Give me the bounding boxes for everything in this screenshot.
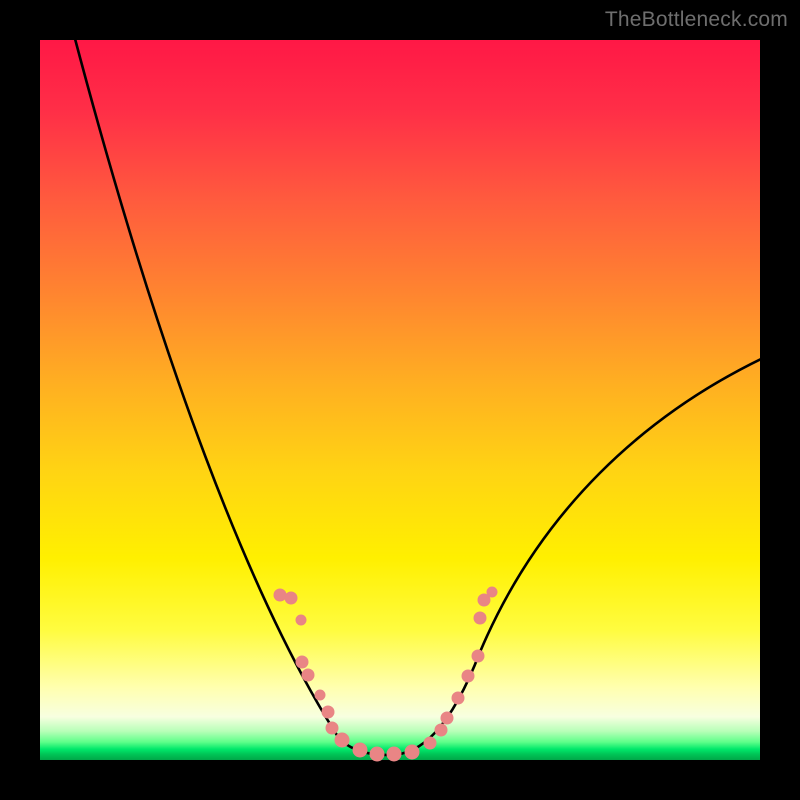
marker-dot [424, 737, 436, 749]
marker-group [274, 587, 497, 761]
marker-dot [487, 587, 497, 597]
marker-dot [315, 690, 325, 700]
watermark-text: TheBottleneck.com [605, 8, 788, 32]
marker-dot [435, 724, 447, 736]
marker-dot [274, 589, 286, 601]
marker-dot [405, 745, 419, 759]
marker-dot [462, 670, 474, 682]
marker-dot [285, 592, 297, 604]
marker-dot [296, 656, 308, 668]
marker-dot [452, 692, 464, 704]
marker-dot [302, 669, 314, 681]
chart-frame: TheBottleneck.com [0, 0, 800, 800]
curve-svg [40, 40, 760, 760]
marker-dot [370, 747, 384, 761]
marker-dot [326, 722, 338, 734]
marker-dot [441, 712, 453, 724]
marker-dot [353, 743, 367, 757]
marker-dot [335, 733, 349, 747]
marker-dot [474, 612, 486, 624]
plot-area [40, 40, 760, 760]
marker-dot [296, 615, 306, 625]
marker-dot [472, 650, 484, 662]
bottleneck-curve [74, 35, 763, 755]
marker-dot [322, 706, 334, 718]
marker-dot [387, 747, 401, 761]
